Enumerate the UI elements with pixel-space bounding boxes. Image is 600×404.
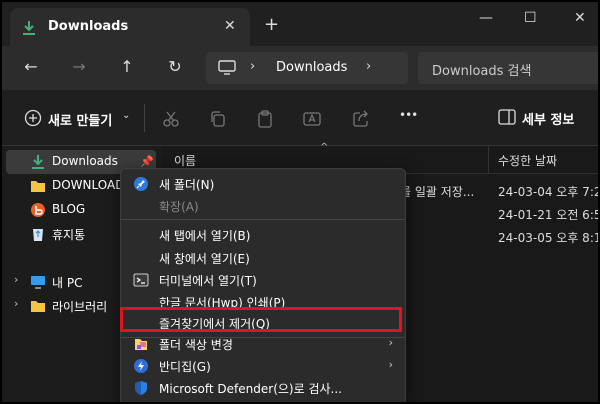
navigation-bar: ← → ↑ ↻ › Downloads › Downloads 검색 bbox=[2, 46, 598, 90]
window-close-button[interactable]: ✕ bbox=[574, 10, 586, 26]
file-explorer-window: Downloads ✕ + — ☐ ✕ ← → ↑ ↻ › Downloads … bbox=[0, 0, 600, 404]
menu-item-new-folder[interactable]: 새 폴더(N) bbox=[125, 173, 401, 195]
recycle-bin-icon bbox=[33, 229, 43, 241]
pin-icon: 📌 bbox=[140, 155, 154, 168]
menu-item-defender-scan[interactable]: Microsoft Defender(으)로 검사... bbox=[125, 377, 401, 399]
breadcrumb-downloads[interactable]: Downloads bbox=[276, 60, 347, 75]
download-icon bbox=[32, 155, 44, 169]
column-divider[interactable] bbox=[488, 146, 489, 174]
file-date: 24-03-04 오후 7:2 bbox=[498, 185, 600, 199]
submenu-arrow-icon: › bbox=[388, 358, 393, 371]
title-bar: Downloads ✕ + — ☐ ✕ bbox=[2, 2, 598, 50]
chevron-down-icon: ⌄ bbox=[122, 110, 131, 121]
back-button[interactable]: ← bbox=[20, 56, 42, 78]
menu-item-label: 확장(A) bbox=[159, 200, 199, 214]
submenu-arrow-icon: › bbox=[388, 336, 393, 349]
tab-title: Downloads bbox=[48, 19, 129, 34]
add-circle-icon bbox=[24, 109, 42, 127]
menu-separator bbox=[121, 219, 405, 220]
blog-icon bbox=[31, 203, 45, 217]
search-box[interactable]: Downloads 검색 bbox=[418, 52, 598, 84]
menu-item-expand[interactable]: 확장(A) bbox=[125, 195, 401, 217]
file-date: 24-03-05 오후 8:1 bbox=[498, 231, 600, 245]
menu-item-label: 새 탭에서 열기(B) bbox=[159, 229, 251, 243]
details-button-label: 세부 정보 bbox=[522, 113, 575, 128]
download-icon bbox=[23, 21, 35, 35]
sidebar-item-label: 내 PC bbox=[52, 276, 83, 290]
tab-close-button[interactable]: ✕ bbox=[224, 18, 236, 34]
menu-item-open-terminal[interactable]: 터미널에서 열기(T) bbox=[125, 269, 401, 291]
file-date: 24-01-21 오전 6:5 bbox=[498, 208, 600, 222]
paste-icon[interactable] bbox=[256, 110, 274, 128]
menu-item-label: 새 창에서 열기(E) bbox=[159, 252, 250, 266]
maximize-button[interactable]: ☐ bbox=[524, 10, 537, 26]
copy-icon[interactable] bbox=[209, 110, 227, 128]
folder-icon bbox=[31, 181, 45, 192]
share-icon[interactable] bbox=[352, 110, 370, 128]
expand-chevron-icon[interactable]: › bbox=[14, 297, 18, 310]
pin-icon bbox=[134, 177, 148, 191]
search-placeholder: Downloads 검색 bbox=[432, 64, 532, 79]
command-bar: 새로 만들기 ⌄ ••• 세부 정보 bbox=[2, 90, 598, 146]
menu-item-label: 터미널에서 열기(T) bbox=[159, 274, 257, 288]
context-menu: 새 폴더(N) 확장(A) 새 탭에서 열기(B) 새 창에서 열기(E) 터미… bbox=[120, 168, 406, 402]
forward-button[interactable]: → bbox=[68, 56, 90, 78]
shield-icon bbox=[135, 381, 147, 395]
menu-item-open-new-window[interactable]: 새 창에서 열기(E) bbox=[125, 247, 401, 269]
breadcrumb-chevron[interactable]: › bbox=[366, 59, 371, 74]
sidebar-item-label: Downloads bbox=[52, 154, 118, 168]
new-button-label: 새로 만들기 bbox=[48, 114, 113, 129]
folder-icon bbox=[31, 301, 45, 312]
address-bar[interactable]: › Downloads › bbox=[206, 52, 408, 84]
menu-item-label: Microsoft Defender(으)로 검사... bbox=[159, 382, 342, 396]
terminal-icon bbox=[133, 273, 149, 287]
menu-item-label: 반디집(G) bbox=[159, 360, 211, 374]
up-button[interactable]: ↑ bbox=[116, 56, 138, 78]
column-header-name[interactable]: 이름 bbox=[174, 152, 196, 169]
sidebar-item-label: 휴지통 bbox=[52, 228, 86, 242]
new-tab-button[interactable]: + bbox=[264, 16, 279, 34]
column-header-date-modified[interactable]: 수정한 날짜 bbox=[498, 152, 557, 169]
minimize-button[interactable]: — bbox=[479, 10, 493, 26]
menu-item-bandizip[interactable]: 반디집(G) › bbox=[125, 355, 401, 377]
details-pane-icon bbox=[498, 109, 516, 125]
sort-ascending-icon: ^ bbox=[320, 142, 329, 153]
menu-item-folder-color[interactable]: 폴더 색상 변경 › bbox=[125, 333, 401, 355]
pc-icon bbox=[218, 60, 236, 75]
sidebar-item-label: 라이브러리 bbox=[52, 300, 108, 314]
menu-item-open-new-tab[interactable]: 새 탭에서 열기(B) bbox=[125, 224, 401, 246]
expand-chevron-icon[interactable]: › bbox=[14, 273, 18, 286]
bandizip-icon bbox=[134, 359, 148, 373]
palette-icon bbox=[135, 339, 147, 350]
sidebar-item-label: BLOG bbox=[52, 202, 86, 216]
highlight-box bbox=[120, 307, 402, 332]
file-name-fragment: 를 일괄 저장... bbox=[400, 185, 475, 199]
menu-item-label: 폴더 색상 변경 bbox=[159, 338, 233, 352]
sidebar-item-label: DOWNLOAD bbox=[52, 178, 125, 192]
refresh-button[interactable]: ↻ bbox=[164, 56, 186, 78]
menu-item-label: 새 폴더(N) bbox=[159, 178, 215, 192]
breadcrumb-chevron[interactable]: › bbox=[250, 59, 255, 74]
more-options-button[interactable]: ••• bbox=[399, 108, 418, 122]
divider bbox=[144, 104, 145, 132]
tab-downloads[interactable]: Downloads ✕ bbox=[10, 8, 250, 50]
pc-icon bbox=[31, 276, 45, 289]
rename-icon[interactable] bbox=[303, 110, 321, 128]
cut-icon[interactable] bbox=[162, 110, 180, 128]
